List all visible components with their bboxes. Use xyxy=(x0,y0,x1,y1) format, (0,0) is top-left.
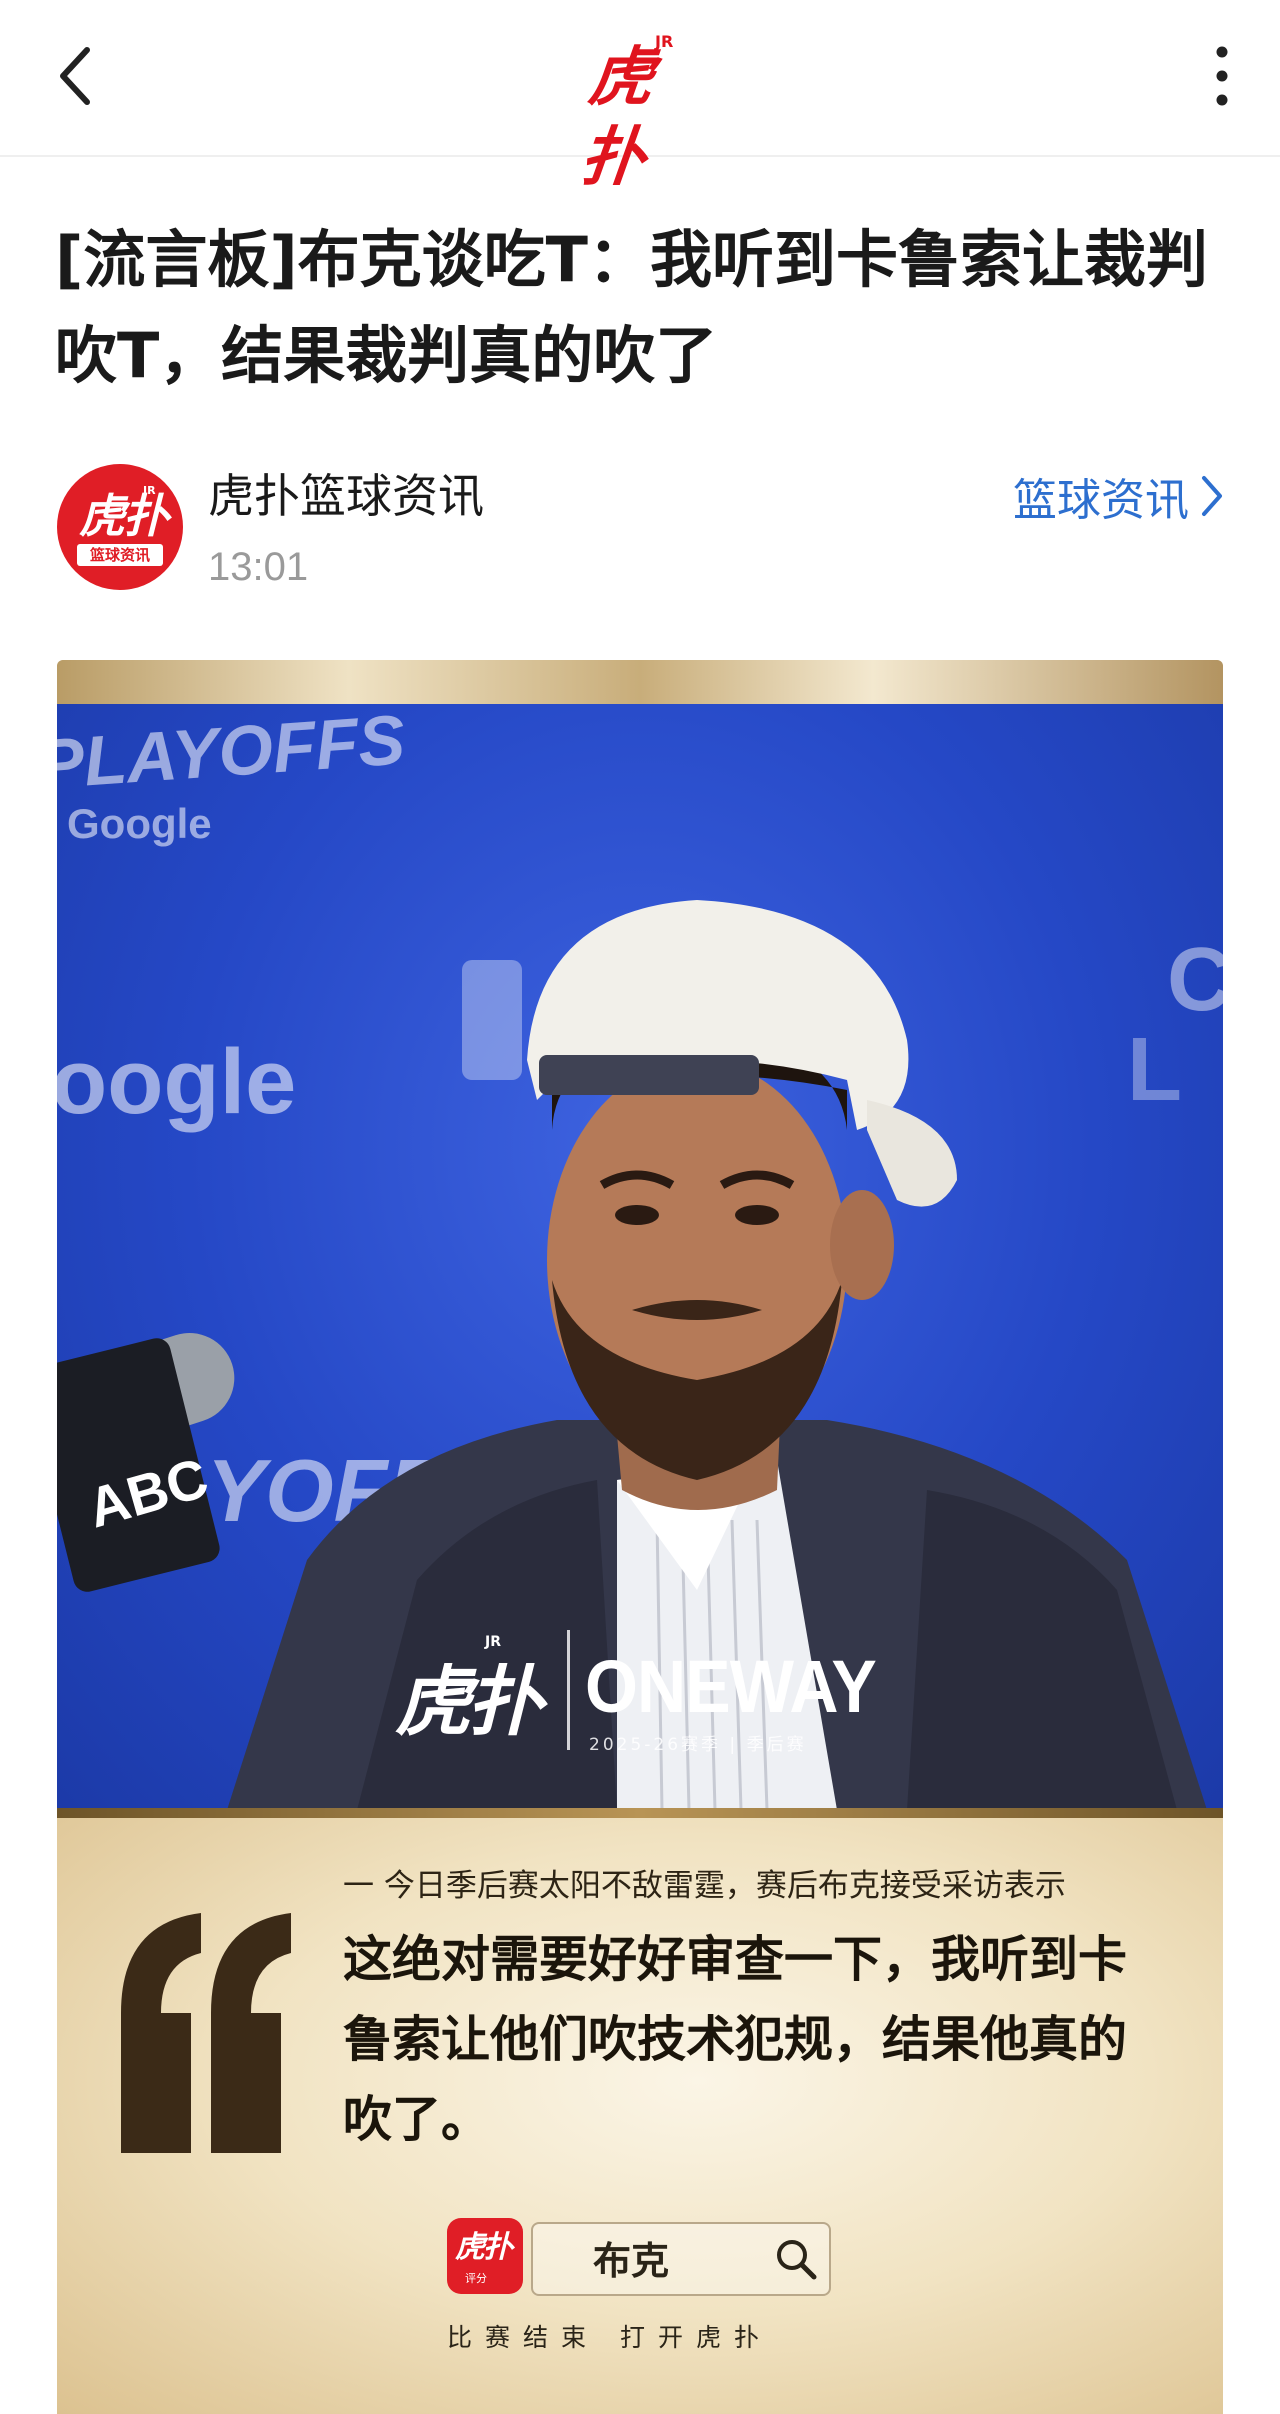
search-query: 布克 xyxy=(593,2239,670,2283)
avatar-sub-label: 篮球资讯 xyxy=(77,544,163,566)
avatar-logo-jr: JR xyxy=(143,484,156,497)
sw-logo-text: 虎扑 xyxy=(455,2230,513,2265)
more-vertical-icon xyxy=(1216,46,1228,106)
overlay-oneway-text: ONEWAY xyxy=(585,1645,877,1728)
category-link[interactable]: 篮球资讯 xyxy=(1013,466,1225,526)
post-time: 13:01 xyxy=(208,545,309,589)
quote-mark-icon xyxy=(121,1913,291,2153)
overlay-divider xyxy=(567,1630,570,1750)
top-nav-bar: 虎扑 JR xyxy=(0,0,1280,195)
logo-text: 虎扑 xyxy=(576,41,654,195)
search-box: 布克 xyxy=(531,2222,831,2296)
overlay-season-text: 2025-26赛季 | 季后赛 xyxy=(589,1735,807,1755)
search-widget-caption: 比赛结束 打开虎扑 xyxy=(447,2323,772,2352)
svg-text:L: L xyxy=(1127,1020,1182,1120)
article-image[interactable]: PLAYOFFS Google oogle PLAYOFFS C L ABC 虎… xyxy=(57,660,1223,2414)
article-title: [流言板]布克谈吃T：我听到卡鲁索让裁判吹T，结果裁判真的吹了 xyxy=(55,223,1208,392)
search-icon xyxy=(777,2240,817,2280)
overlay-jr-label: JR xyxy=(485,1634,501,1650)
search-widget-logo: 虎扑 评分 xyxy=(447,2218,523,2294)
hupu-logo: 虎扑 JR xyxy=(577,30,695,195)
sw-logo-sub: 评分 xyxy=(465,2272,487,2285)
chevron-right-icon xyxy=(1202,476,1222,516)
quote-text: 这绝对需要好好审查一下，我听到卡鲁索让他们吹技术犯规，结果他真的吹了。 xyxy=(343,1931,1128,2148)
logo-jr: JR xyxy=(655,32,674,51)
oneway-overlay: 虎扑 JR ONEWAY 2025-26赛季 | 季后赛 xyxy=(395,1630,955,1760)
quote-card: 一 今日季后赛太阳不敌雷霆，赛后布克接受采访表示 这绝对需要好好审查一下，我听到… xyxy=(57,1808,1223,2414)
more-button[interactable] xyxy=(1192,36,1252,116)
search-widget: 虎扑 评分 布克 比赛结束 打开虎扑 xyxy=(447,2218,837,2368)
quote-intro: 一 今日季后赛太阳不敌雷霆，赛后布克接受采访表示 xyxy=(343,1868,1066,1904)
overlay-hupu-logo: 虎扑 xyxy=(395,1657,543,1746)
category-label: 篮球资讯 xyxy=(1013,475,1189,526)
chevron-left-icon xyxy=(60,47,90,105)
avatar[interactable]: 虎扑 JR 篮球资讯 xyxy=(57,464,183,590)
quote-divider xyxy=(57,1808,1223,1818)
author-row: 虎扑 JR 篮球资讯 虎扑篮球资讯 13:01 篮球资讯 xyxy=(55,462,1225,597)
svg-text:C: C xyxy=(1167,930,1223,1030)
author-name[interactable]: 虎扑篮球资讯 xyxy=(208,466,484,526)
press-conference-photo: PLAYOFFS Google oogle PLAYOFFS C L ABC 虎… xyxy=(57,660,1223,1810)
back-button[interactable] xyxy=(40,36,110,116)
